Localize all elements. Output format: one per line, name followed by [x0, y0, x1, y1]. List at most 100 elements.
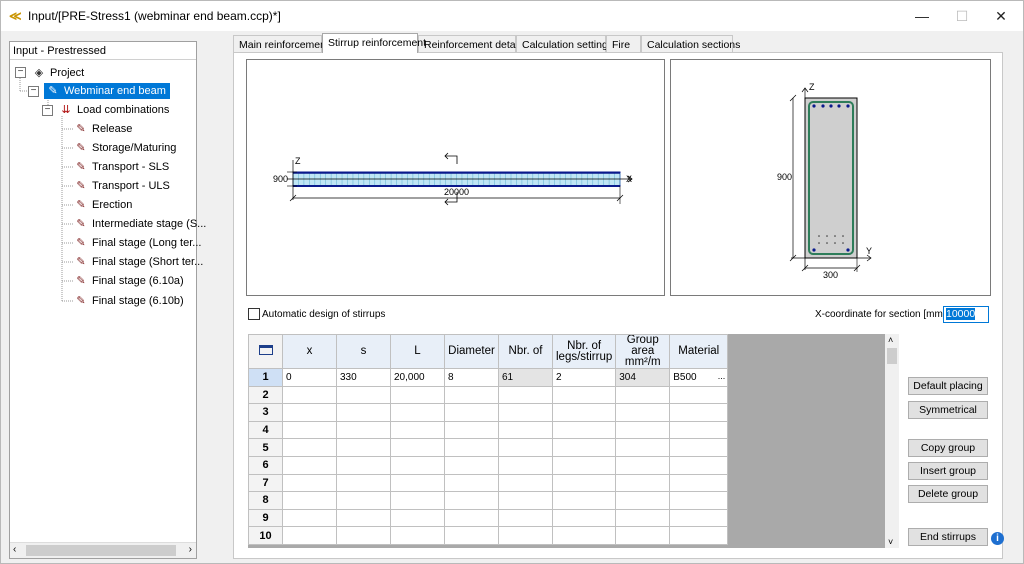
row-number[interactable]: 9	[248, 508, 283, 528]
cell-l[interactable]: 20,000	[390, 368, 445, 387]
tree-node-label: Final stage (6.10b)	[92, 295, 184, 307]
tree-node-load-case[interactable]: ✎ Transport - ULS	[74, 177, 169, 195]
row-number[interactable]: 5	[248, 438, 283, 457]
x-axis-label: X	[626, 174, 632, 184]
tree-node-load-case[interactable]: ✎ Transport - SLS	[74, 158, 169, 176]
cell-nbr: 61	[498, 368, 553, 387]
table-row[interactable]: 3	[248, 403, 729, 422]
row-number[interactable]: 2	[248, 385, 283, 405]
tree-node-label: Final stage (Long ter...	[92, 237, 202, 249]
title-bar: ≪ Input/[PRE-Stress1 (webminar end beam.…	[1, 1, 1023, 31]
tree-node-load-case[interactable]: ✎ Final stage (6.10b)	[74, 292, 184, 310]
beam-elevation-view: X Z 900 20000	[246, 59, 665, 296]
height-dimension: 900	[777, 172, 792, 182]
load-case-icon: ✎	[76, 218, 86, 230]
tree-node-load-case[interactable]: ✎ Final stage (6.10a)	[74, 272, 184, 290]
column-header[interactable]: s	[336, 334, 391, 369]
cell-x[interactable]: 0	[282, 368, 337, 387]
tree-node-load-case[interactable]: ✎ Erection	[74, 196, 132, 214]
table-row[interactable]: 4	[248, 420, 729, 440]
load-combinations-collapse-toggle[interactable]: −	[42, 105, 53, 116]
delete-group-button[interactable]: Delete group	[908, 485, 988, 503]
load-case-icon: ✎	[76, 256, 86, 268]
tree-node-load-combinations[interactable]: ⇊ Load combinations	[59, 101, 169, 119]
scroll-up-icon[interactable]: ˄	[888, 335, 893, 345]
tree-horizontal-scrollbar[interactable]: ‹ ›	[10, 542, 196, 558]
copy-group-button[interactable]: Copy group	[908, 439, 988, 457]
tree-node-load-case[interactable]: ✎ Final stage (Long ter...	[74, 234, 201, 252]
tree-node-label: Erection	[92, 199, 133, 211]
cell-group-area: 304	[615, 368, 671, 387]
scroll-left-icon[interactable]: ‹	[13, 544, 16, 555]
cell-diameter[interactable]: 8	[444, 368, 499, 387]
info-icon[interactable]: i	[991, 532, 1004, 545]
table-row[interactable]: 2	[248, 385, 729, 405]
close-button[interactable]: ✕	[978, 1, 1024, 31]
table-row[interactable]: 1 0 330 20,000 8 61 2 304 B500...	[248, 368, 729, 387]
auto-design-checkbox[interactable]	[248, 308, 260, 320]
beam-section-view: Z Y 900 300	[670, 59, 991, 296]
grid-corner-icon[interactable]	[248, 334, 283, 369]
row-number[interactable]: 7	[248, 473, 283, 493]
tree-node-label: Final stage (6.10a)	[92, 275, 184, 287]
column-header[interactable]: L	[390, 334, 445, 369]
tree-node-load-case[interactable]: ✎ Release	[74, 120, 132, 138]
width-dimension: 300	[823, 270, 838, 280]
project-icon: ◈	[34, 67, 44, 79]
scrollbar-thumb[interactable]	[887, 348, 897, 364]
tab-reinforcement-details[interactable]: Reinforcement details	[418, 35, 526, 53]
tree-node-project[interactable]: ◈ Project	[32, 64, 84, 82]
column-header[interactable]: Diameter	[444, 334, 499, 369]
tree-node-load-case[interactable]: ✎ Final stage (Short ter...	[74, 253, 203, 271]
column-header[interactable]: Material	[669, 334, 729, 369]
row-number[interactable]: 4	[248, 420, 283, 440]
insert-group-button[interactable]: Insert group	[908, 462, 988, 480]
load-case-icon: ✎	[76, 161, 86, 173]
cell-legs[interactable]: 2	[551, 368, 617, 387]
end-stirrups-button[interactable]: End stirrups	[908, 528, 988, 546]
tab-fire[interactable]: Fire	[606, 35, 641, 53]
tree-node-beam[interactable]: ✎ Webminar end beam	[44, 82, 170, 100]
material-picker-button[interactable]: ...	[718, 371, 726, 381]
load-case-icon: ✎	[76, 275, 86, 287]
grid-vertical-scrollbar[interactable]: ˄ ˅	[885, 334, 899, 548]
tree-node-label: Load combinations	[77, 104, 170, 116]
row-number[interactable]: 8	[248, 491, 283, 510]
cell-s[interactable]: 330	[336, 368, 391, 387]
scroll-right-icon[interactable]: ›	[189, 544, 192, 555]
table-row[interactable]: 6	[248, 455, 729, 475]
beam-collapse-toggle[interactable]: −	[28, 86, 39, 97]
tree-node-load-case[interactable]: ✎ Storage/Maturing	[74, 139, 176, 157]
row-number[interactable]: 6	[248, 455, 283, 475]
table-row[interactable]: 7	[248, 473, 729, 493]
row-number[interactable]: 1	[248, 368, 283, 387]
table-row[interactable]: 10	[248, 526, 729, 545]
tab-main-reinforcement[interactable]: Main reinforcement	[233, 35, 329, 53]
y-axis-label: Y	[866, 246, 872, 256]
load-case-icon: ✎	[76, 123, 86, 135]
scrollbar-thumb[interactable]	[26, 545, 176, 556]
row-number[interactable]: 3	[248, 403, 283, 422]
tree-node-load-case[interactable]: ✎ Intermediate stage (S...	[74, 215, 206, 233]
column-header[interactable]: Nbr. of legs/stirrup	[551, 334, 617, 369]
xcoord-label: X-coordinate for section [mm]:	[815, 309, 949, 320]
row-number[interactable]: 10	[248, 526, 283, 545]
column-header[interactable]: Nbr. of	[498, 334, 553, 369]
beam-section-drawing: Z Y 900 300	[777, 82, 872, 280]
tab-stirrup-reinforcement[interactable]: Stirrup reinforcement	[322, 33, 426, 53]
column-header[interactable]: x	[282, 334, 337, 369]
tab-calculation-settings[interactable]: Calculation settings	[516, 35, 613, 53]
column-header[interactable]: Group area mm²/m	[615, 334, 671, 369]
tab-calculation-sections[interactable]: Calculation sections	[641, 35, 740, 53]
project-collapse-toggle[interactable]: −	[15, 67, 26, 78]
scroll-down-icon[interactable]: ˅	[888, 537, 893, 547]
table-row[interactable]: 9	[248, 508, 729, 528]
xcoord-input[interactable]: 10000	[943, 306, 989, 323]
tree-node-label: Project	[50, 67, 85, 79]
symmetrical-button[interactable]: Symmetrical	[908, 401, 988, 419]
table-row[interactable]: 8	[248, 491, 729, 510]
window-title: Input/[PRE-Stress1 (webminar end beam.cc…	[28, 9, 281, 23]
default-placing-button[interactable]: Default placing	[908, 377, 988, 395]
table-row[interactable]: 5	[248, 438, 729, 457]
cell-material[interactable]: B500...	[669, 368, 729, 387]
